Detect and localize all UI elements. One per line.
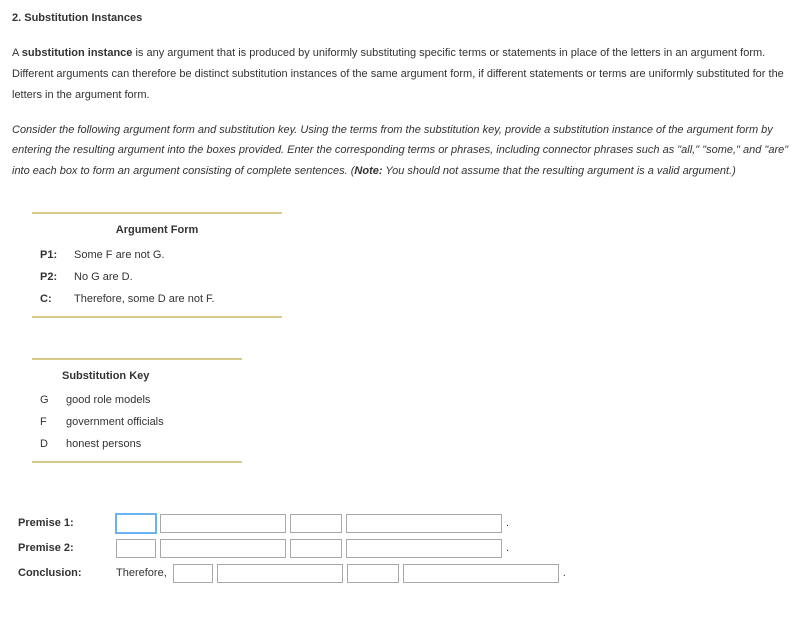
premise1-input-1[interactable] [116, 514, 156, 533]
substitution-key-title: Substitution Key [32, 360, 242, 391]
subkey-row-d: D honest persons [32, 434, 242, 461]
period: . [563, 563, 566, 584]
argument-form-title: Argument Form [32, 214, 282, 245]
instructions-paragraph: Consider the following argument form and… [12, 120, 793, 183]
premise1-label: Premise 1: [18, 513, 116, 534]
subkey-f-label: F [40, 413, 60, 433]
premise1-input-2[interactable] [160, 514, 286, 533]
intro-bold-term: substitution instance [22, 47, 133, 59]
note-text: You should not assume that the resulting… [383, 165, 736, 177]
note-label: Note: [354, 165, 382, 177]
divider [32, 316, 282, 318]
premise2-input-3[interactable] [290, 539, 342, 558]
substitution-key-block: Substitution Key G good role models F go… [32, 358, 242, 463]
section-title: 2. Substitution Instances [12, 8, 793, 29]
premise2-label: Premise 2: [18, 538, 116, 559]
premise1-row: Premise 1: . [18, 513, 793, 534]
arg-c-label: C: [40, 290, 68, 310]
subkey-row-f: F government officials [32, 412, 242, 434]
answer-area: Premise 1: . Premise 2: . Conclusion: Th… [18, 513, 793, 584]
arg-p1-label: P1: [40, 246, 68, 266]
arg-c-text: Therefore, some D are not F. [68, 290, 215, 310]
subkey-g-label: G [40, 391, 60, 411]
intro-paragraph: A substitution instance is any argument … [12, 43, 793, 106]
conclusion-label: Conclusion: [18, 563, 116, 584]
period: . [506, 513, 509, 534]
intro-pre: A [12, 47, 22, 59]
premise1-input-3[interactable] [290, 514, 342, 533]
arg-row-p2: P2: No G are D. [32, 267, 282, 289]
subkey-d-text: honest persons [60, 435, 141, 455]
arg-p2-label: P2: [40, 268, 68, 288]
conclusion-input-3[interactable] [347, 564, 399, 583]
arg-p1-text: Some F are not G. [68, 246, 164, 266]
conclusion-row: Conclusion: Therefore, . [18, 563, 793, 584]
divider [32, 461, 242, 463]
conclusion-input-2[interactable] [217, 564, 343, 583]
arg-row-p1: P1: Some F are not G. [32, 245, 282, 267]
premise1-input-4[interactable] [346, 514, 502, 533]
arg-row-c: C: Therefore, some D are not F. [32, 289, 282, 316]
premise2-input-4[interactable] [346, 539, 502, 558]
period: . [506, 538, 509, 559]
conclusion-input-1[interactable] [173, 564, 213, 583]
argument-form-block: Argument Form P1: Some F are not G. P2: … [32, 212, 282, 317]
conclusion-therefore: Therefore, [116, 563, 173, 584]
subkey-g-text: good role models [60, 391, 150, 411]
conclusion-input-4[interactable] [403, 564, 559, 583]
arg-p2-text: No G are D. [68, 268, 133, 288]
subkey-row-g: G good role models [32, 390, 242, 412]
premise2-input-1[interactable] [116, 539, 156, 558]
subkey-f-text: government officials [60, 413, 164, 433]
premise2-row: Premise 2: . [18, 538, 793, 559]
subkey-d-label: D [40, 435, 60, 455]
premise2-input-2[interactable] [160, 539, 286, 558]
